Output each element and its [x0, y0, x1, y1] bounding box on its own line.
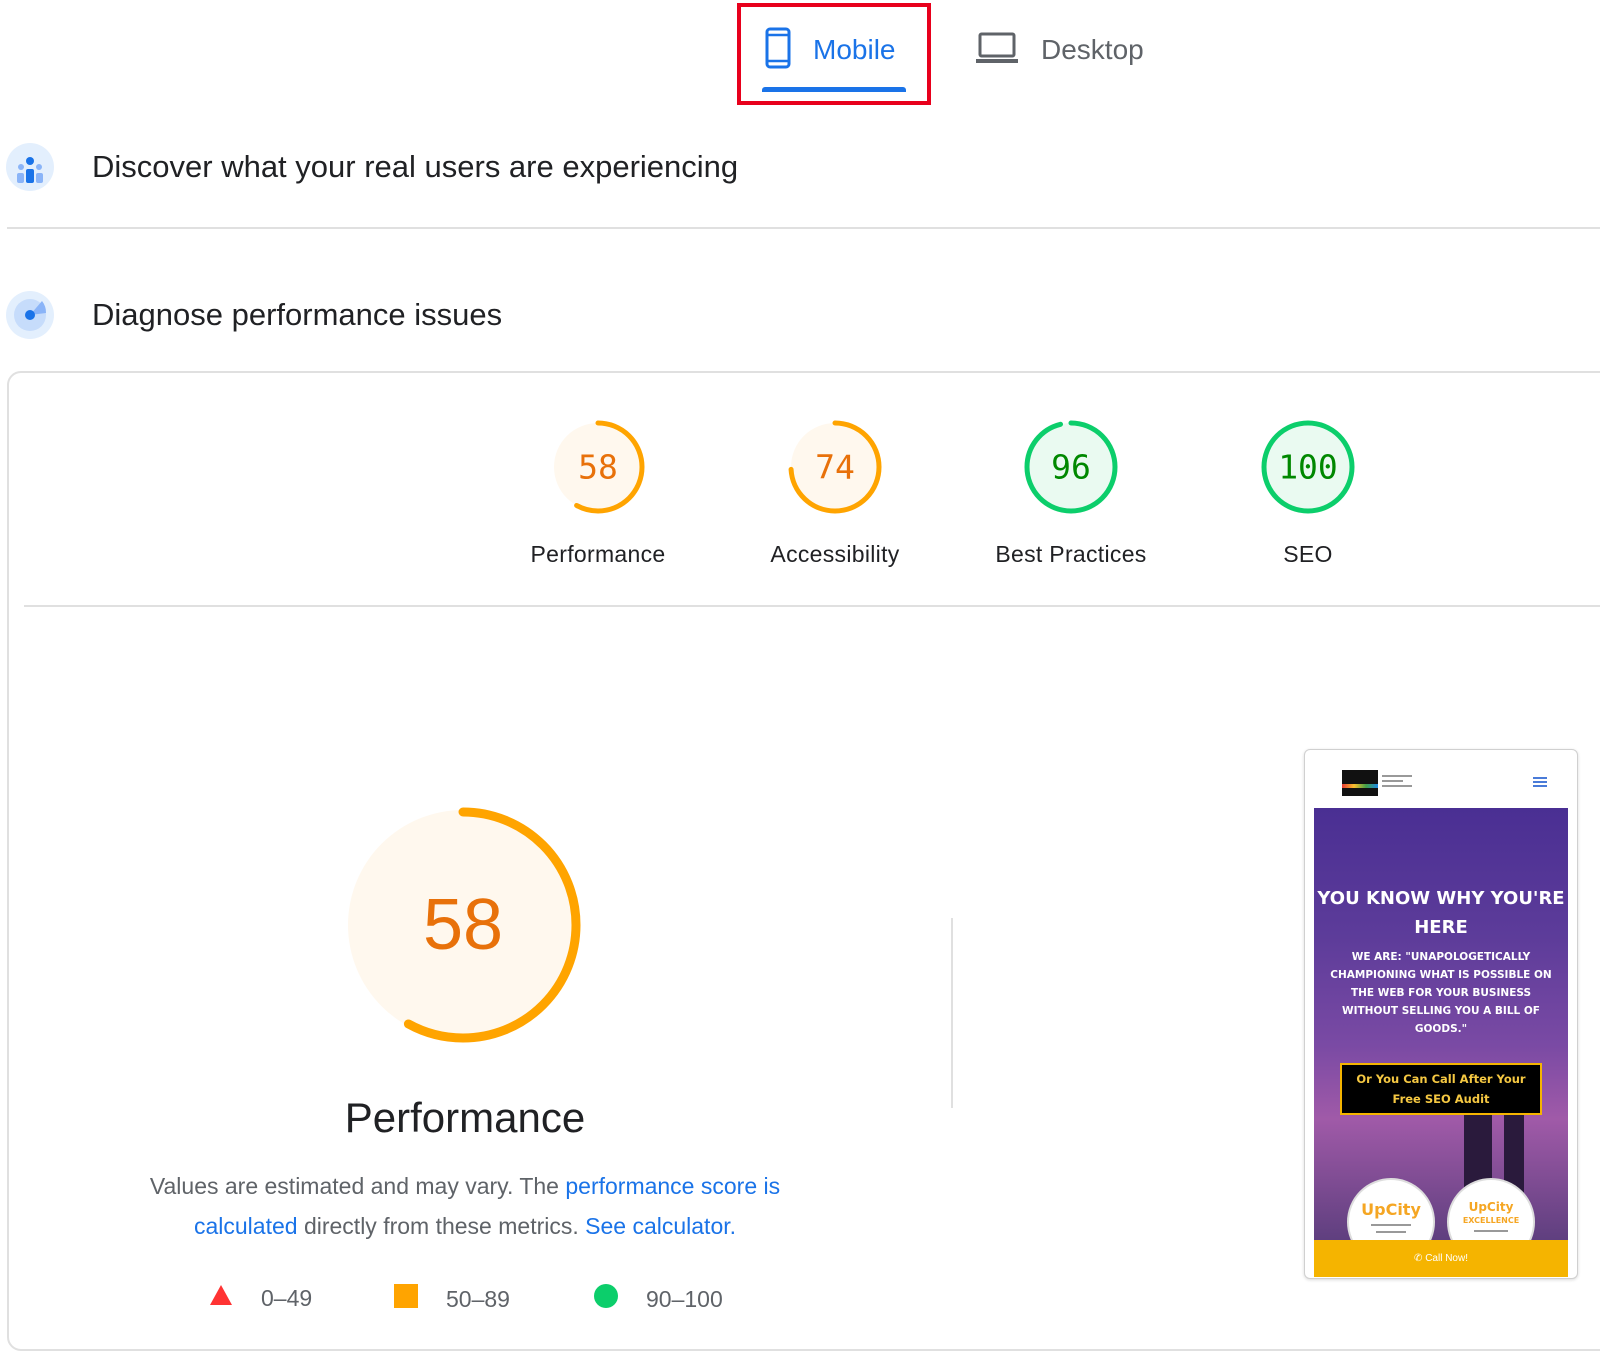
hero-headline: YOU KNOW WHY YOU'RE HERE [1317, 888, 1565, 938]
discover-section-title: Discover what your real users are experi… [92, 149, 739, 184]
tab-mobile[interactable]: Mobile [765, 18, 895, 82]
performance-big-score: 58 [422, 885, 504, 965]
legend-fail: 0–49 [209, 1284, 312, 1312]
page-screenshot-thumbnail: YOU KNOW WHY YOU'RE HERE WE ARE: "UNAPOL… [1304, 749, 1578, 1279]
performance-heading: Performance [344, 1094, 586, 1141]
call-now-label: Call Now! [1425, 1253, 1468, 1264]
legend-fail-label: 0–49 [261, 1284, 313, 1311]
laptop-icon [975, 31, 1019, 70]
diagnose-section-header[interactable]: Diagnose performance issues [6, 291, 502, 339]
discover-section-header[interactable]: Discover what your real users are experi… [6, 143, 738, 191]
legend-average: 50–89 [394, 1284, 510, 1314]
gauge-best-practices-label: Best Practices [995, 541, 1147, 567]
tab-desktop-label: Desktop [1041, 34, 1144, 65]
gauge-best-practices-ring: 96 [1024, 420, 1118, 514]
gauge-accessibility-value: 74 [815, 448, 855, 487]
phone-icon: ✆ [1414, 1253, 1423, 1264]
gauge-seo-label: SEO [1283, 541, 1333, 567]
gauge-performance-value: 58 [578, 448, 618, 487]
gauge-best-practices-value: 96 [1051, 448, 1091, 487]
gauge-seo[interactable]: 100 SEO [1208, 417, 1408, 568]
legend-pass-label: 90–100 [646, 1285, 723, 1312]
active-tab-indicator [762, 87, 906, 92]
call-now-bar: ✆ Call Now! [1314, 1240, 1568, 1277]
legend-average-label: 50–89 [446, 1285, 510, 1312]
tab-mobile-label: Mobile [813, 34, 896, 65]
upcity-badge-title: UpCity [1361, 1200, 1421, 1219]
gauge-accessibility-label: Accessibility [770, 541, 900, 567]
hero-subtext: WE ARE: "UNAPOLOGETICALLY CHAMPIONING WH… [1330, 951, 1552, 1035]
gauge-seo-ring: 100 [1261, 420, 1355, 514]
performance-note: Values are estimated and may vary. The p… [110, 1166, 820, 1246]
gauge-seo-value: 100 [1278, 448, 1338, 487]
lighthouse-icon [6, 291, 54, 339]
excellence-badge-brand: UpCity [1468, 1200, 1514, 1214]
gauge-accessibility[interactable]: 74 Accessibility [735, 417, 935, 568]
gauge-accessibility-ring: 74 [788, 420, 882, 514]
performance-big-gauge: 58 [342, 804, 584, 1046]
hamburger-menu-icon [1533, 775, 1547, 789]
gauge-performance[interactable]: 58 Performance [498, 417, 698, 568]
site-logo-tagline [1382, 772, 1412, 792]
vertical-divider [951, 918, 953, 1108]
excellence-badge-title: EXCELLENCE [1462, 1216, 1520, 1225]
hero-banner: YOU KNOW WHY YOU'RE HERE WE ARE: "UNAPOL… [1314, 808, 1568, 1240]
red-triangle-icon [209, 1284, 233, 1312]
diagnose-section-title: Diagnose performance issues [92, 297, 503, 332]
seo-audit-button: Or You Can Call After Your Free SEO Audi… [1340, 1063, 1542, 1115]
see-calculator-link[interactable]: See calculator. [585, 1213, 736, 1239]
gauge-performance-ring: 58 [551, 420, 645, 514]
smartphone-icon [765, 27, 791, 74]
tab-desktop[interactable]: Desktop [975, 18, 1144, 82]
orange-square-icon [394, 1284, 418, 1314]
gauges-divider [24, 605, 1600, 607]
green-circle-icon [594, 1284, 618, 1314]
note-text-2: directly from these metrics. [297, 1213, 586, 1239]
users-chart-icon [6, 143, 54, 191]
legend-pass: 90–100 [594, 1284, 723, 1314]
upcity-badge: UpCity [1347, 1178, 1435, 1240]
section-divider [7, 227, 1600, 229]
gauge-best-practices[interactable]: 96 Best Practices [971, 417, 1171, 568]
note-text-1: Values are estimated and may vary. The [149, 1173, 566, 1199]
site-logo [1342, 770, 1378, 796]
gauge-performance-label: Performance [530, 541, 666, 567]
